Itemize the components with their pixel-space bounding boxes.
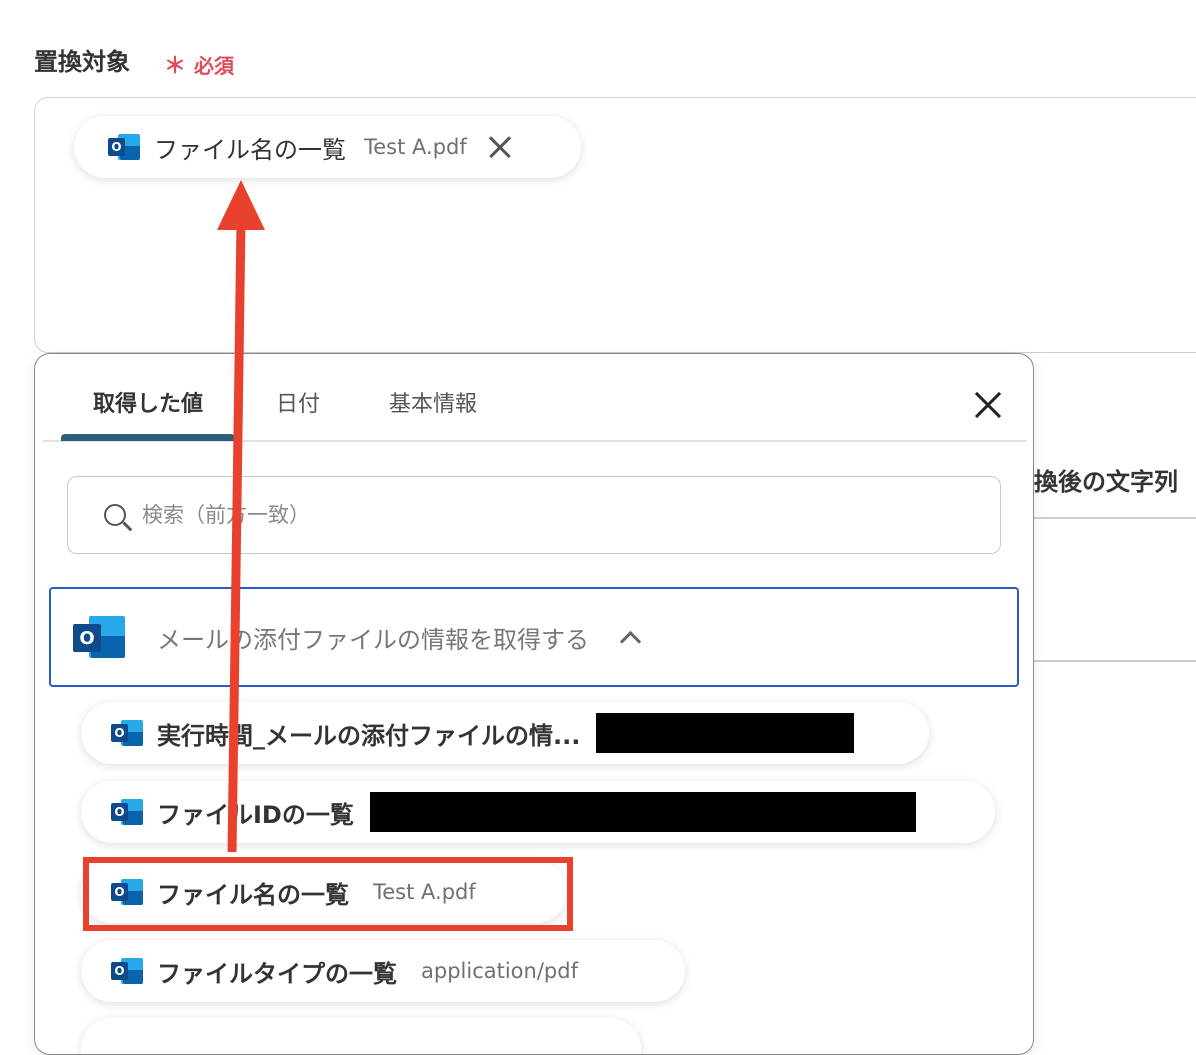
item-name: ファイルタイプの一覧	[157, 959, 397, 988]
list-item[interactable]: O ファイルIDの一覧	[81, 781, 995, 843]
list-item[interactable]: O 実行時間_メールの添付ファイルの情...	[81, 702, 929, 764]
close-icon[interactable]	[973, 390, 1003, 420]
tab-retrieved-values[interactable]: 取得した値	[93, 386, 203, 418]
highlight-box	[83, 857, 573, 931]
tab-basic-info[interactable]: 基本情報	[389, 386, 477, 418]
item-name: ファイルIDの一覧	[157, 800, 354, 829]
outlook-icon: O	[111, 797, 143, 827]
outlook-icon: O	[111, 956, 143, 986]
divider	[1010, 517, 1196, 519]
group-header[interactable]: O メールの添付ファイルの情報を取得する	[49, 587, 1019, 687]
required-star: ＊	[164, 54, 187, 79]
required-indicator: ＊ 必須	[164, 48, 234, 80]
redacted-value	[369, 792, 916, 832]
search-input[interactable]	[140, 502, 904, 528]
required-text: 必須	[194, 54, 235, 78]
value-picker-panel: 取得した値 日付 基本情報 O メールの添付ファイルの情報を取得する O 実行時…	[34, 353, 1034, 1055]
remove-chip-icon[interactable]	[487, 134, 513, 160]
item-name: 実行時間_メールの添付ファイルの情...	[157, 721, 581, 750]
item-value: application/pdf	[421, 959, 578, 983]
search-box[interactable]	[67, 476, 1001, 554]
next-field-label: 置換後の文字列	[1010, 468, 1178, 496]
outlook-icon: O	[111, 718, 143, 748]
tab-date[interactable]: 日付	[276, 386, 320, 418]
field-label: 置換対象	[34, 48, 130, 76]
outlook-icon: O	[108, 132, 140, 162]
active-tab-indicator	[61, 434, 235, 441]
chip-value: Test A.pdf	[364, 135, 467, 159]
list-item[interactable]	[81, 1018, 641, 1054]
selected-value-chip[interactable]: O ファイル名の一覧 Test A.pdf	[74, 116, 581, 178]
search-icon	[104, 504, 126, 526]
divider	[1010, 660, 1196, 662]
outlook-icon: O	[73, 614, 125, 660]
chip-name: ファイル名の一覧	[154, 135, 346, 164]
redacted-value	[596, 713, 855, 753]
list-item[interactable]: O ファイルタイプの一覧 application/pdf	[81, 940, 685, 1002]
chevron-up-icon[interactable]	[619, 630, 642, 652]
group-title: メールの添付ファイルの情報を取得する	[157, 625, 589, 654]
